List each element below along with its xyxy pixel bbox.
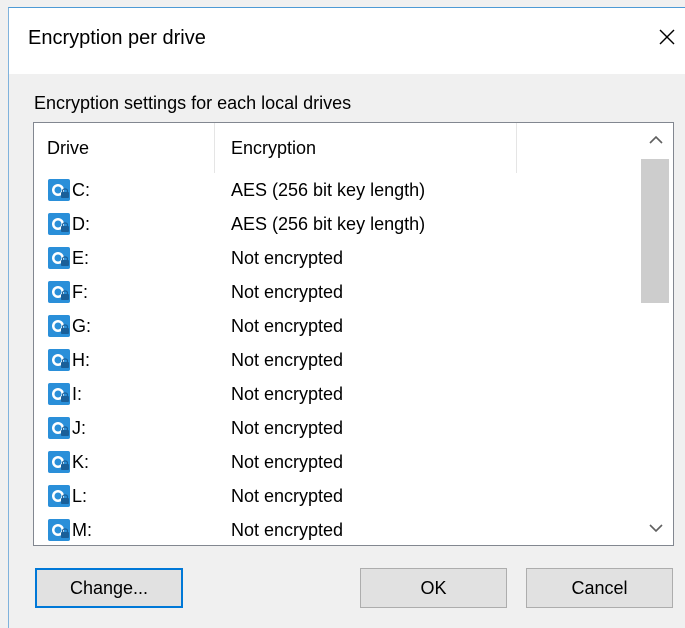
drive-list[interactable]: Drive Encryption C: AES (256 bit key leng… xyxy=(33,122,674,546)
scroll-track[interactable] xyxy=(639,157,673,511)
title-bar: Encryption per drive xyxy=(8,7,685,74)
list-item[interactable]: E: Not encrypted xyxy=(34,241,638,275)
drive-letter: F: xyxy=(72,282,88,302)
scroll-up-button[interactable] xyxy=(639,123,673,157)
list-item[interactable]: F: Not encrypted xyxy=(34,275,638,309)
drive-icon xyxy=(48,451,70,473)
drive-icon xyxy=(48,179,70,201)
change-button[interactable]: Change... xyxy=(35,568,183,608)
drive-letter: C: xyxy=(72,180,90,200)
list-item[interactable]: M: Not encrypted xyxy=(34,513,638,545)
encryption-dialog: Encryption per drive Encryption settings… xyxy=(0,0,685,628)
drive-icon xyxy=(48,213,70,235)
encryption-status: Not encrypted xyxy=(231,418,344,438)
scroll-down-button[interactable] xyxy=(639,511,673,545)
drive-letter: J: xyxy=(72,418,87,438)
list-header: Drive Encryption xyxy=(34,123,638,173)
encryption-status: Not encrypted xyxy=(231,384,344,404)
drive-icon xyxy=(48,417,70,439)
chevron-down-icon xyxy=(649,524,663,533)
drive-icon xyxy=(48,281,70,303)
close-icon xyxy=(659,29,675,45)
cancel-button[interactable]: Cancel xyxy=(526,568,673,608)
drive-letter: L: xyxy=(72,486,88,506)
encryption-status: Not encrypted xyxy=(231,282,344,302)
drive-icon xyxy=(48,519,70,541)
chevron-up-icon xyxy=(649,135,663,144)
list-item[interactable]: H: Not encrypted xyxy=(34,343,638,377)
encryption-status: Not encrypted xyxy=(231,520,344,540)
list-rows: C: AES (256 bit key length) D: AES (256 bit… xyxy=(34,173,638,545)
list-item[interactable]: C: AES (256 bit key length) xyxy=(34,173,638,207)
encryption-status: AES (256 bit key length) xyxy=(231,214,426,234)
drive-letter: I: xyxy=(72,384,83,404)
drive-letter: K: xyxy=(72,452,90,472)
encryption-status: AES (256 bit key length) xyxy=(231,180,426,200)
drive-icon xyxy=(48,485,70,507)
encryption-status: Not encrypted xyxy=(231,452,344,472)
drive-letter: E: xyxy=(72,248,90,268)
list-item[interactable]: J: Not encrypted xyxy=(34,411,638,445)
scroll-thumb[interactable] xyxy=(641,159,669,303)
list-item[interactable]: D: AES (256 bit key length) xyxy=(34,207,638,241)
drive-letter: D: xyxy=(72,214,90,234)
ok-button[interactable]: OK xyxy=(360,568,507,608)
group-label: Encryption settings for each local drive… xyxy=(34,93,352,113)
drive-icon xyxy=(48,247,70,269)
encryption-status: Not encrypted xyxy=(231,248,344,268)
list-item[interactable]: L: Not encrypted xyxy=(34,479,638,513)
list-item[interactable]: G: Not encrypted xyxy=(34,309,638,343)
encryption-status: Not encrypted xyxy=(231,486,344,506)
drive-icon xyxy=(48,315,70,337)
drive-icon xyxy=(48,383,70,405)
drive-letter: M: xyxy=(72,520,92,540)
list-item[interactable]: K: Not encrypted xyxy=(34,445,638,479)
vertical-scrollbar[interactable] xyxy=(639,123,673,545)
close-button[interactable] xyxy=(650,20,684,54)
drive-letter: H: xyxy=(72,350,90,370)
column-header-encryption[interactable]: Encryption xyxy=(216,123,517,173)
drive-icon xyxy=(48,349,70,371)
column-header-drive[interactable]: Drive xyxy=(34,123,215,173)
drive-letter: G: xyxy=(72,316,92,336)
list-item[interactable]: I: Not encrypted xyxy=(34,377,638,411)
encryption-status: Not encrypted xyxy=(231,350,344,370)
encryption-status: Not encrypted xyxy=(231,316,344,336)
change-button-label: Change... xyxy=(69,578,149,598)
dialog-title: Encryption per drive xyxy=(28,27,206,49)
window-border xyxy=(8,73,9,628)
